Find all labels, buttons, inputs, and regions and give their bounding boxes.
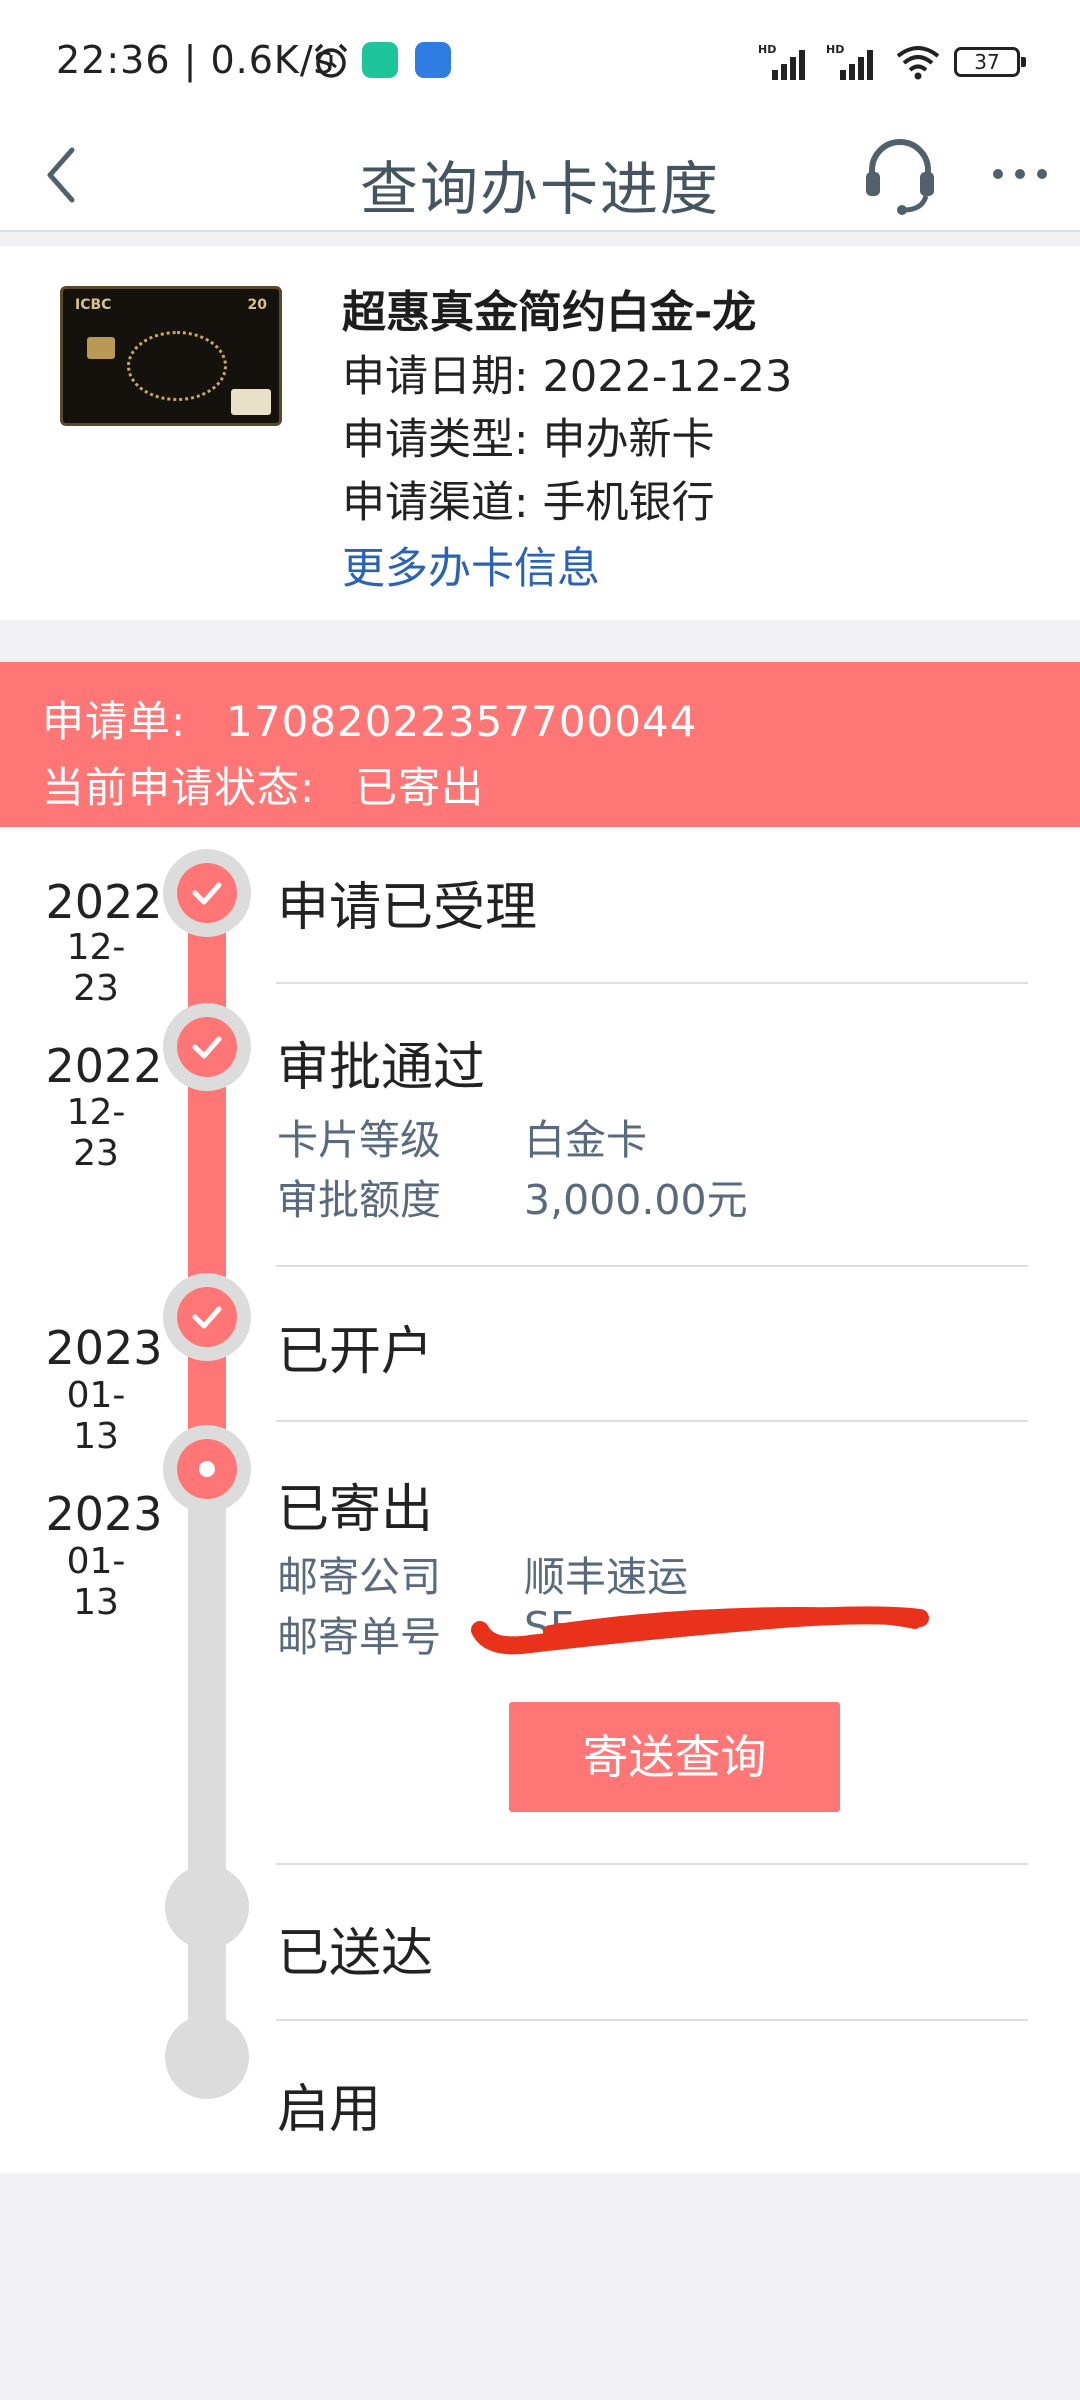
more-card-info-link[interactable]: 更多办卡信息 [342, 534, 600, 596]
step-pending-node [165, 1865, 249, 1949]
step-divider [276, 2019, 1028, 2021]
battery-icon: 37 [954, 47, 1026, 77]
apply-date-value: 2022-12-23 [542, 352, 793, 402]
apply-type-row: 申请类型: 申办新卡 [342, 405, 715, 467]
card-product-name: 超惠真金简约白金-龙 [342, 287, 757, 338]
current-status-label: 当前申请状态: [42, 763, 316, 812]
dragon-emblem-icon [127, 331, 227, 401]
nav-bar: 查询办卡进度 [0, 120, 1080, 232]
check-icon [192, 1036, 222, 1059]
card-network-logo-icon [231, 389, 271, 415]
step-day: 01-13 [66, 1541, 126, 1623]
step-divider [276, 1265, 1028, 1267]
step-year: 2023 [45, 1487, 163, 1541]
bird-app-notification-icon [415, 42, 451, 78]
card-year-mark: 20 [247, 297, 267, 313]
progress-timeline: 2022 12-23 申请已受理 2022 12-23 审批通过 卡片等级 白金… [0, 827, 1080, 2173]
card-info-panel: ICBC 20 超惠真金简约白金-龙 申请日期: 2022-12-23 申请类型:… [0, 246, 1080, 620]
redaction-scribble [471, 1606, 929, 1655]
step-title: 已寄出 [277, 1480, 434, 1540]
order-number-value: 17082022357700044 [226, 697, 698, 746]
signal-hd-icon: HD [758, 43, 805, 80]
apply-date-label: 申请日期: [342, 352, 529, 402]
step-divider [276, 1420, 1028, 1422]
timeline-track-pending [188, 1507, 226, 2067]
check-icon [192, 882, 222, 905]
step-day: 12-23 [66, 927, 126, 1009]
step-title: 已送达 [277, 1924, 434, 1984]
step-divider [276, 1863, 1028, 1865]
svg-text:HD: HD [758, 43, 776, 56]
step-day: 01-13 [66, 1375, 126, 1457]
step-divider [276, 982, 1028, 984]
order-number-label: 申请单: [42, 697, 187, 746]
apply-type-label: 申请类型: [342, 415, 529, 465]
apply-channel-row: 申请渠道: 手机银行 [342, 468, 715, 530]
courier-company-value: 顺丰速运 [524, 1553, 688, 1601]
credit-limit-label: 审批额度 [277, 1176, 441, 1224]
apply-channel-label: 申请渠道: [342, 478, 529, 528]
credit-card-image: ICBC 20 [60, 286, 282, 426]
step-pending-node [165, 2015, 249, 2099]
card-level-value: 白金卡 [524, 1116, 647, 1164]
card-chip-icon [87, 337, 115, 359]
application-status-banner: 申请单: 17082022357700044 当前申请状态: 已寄出 [0, 662, 1080, 827]
courier-company-label: 邮寄公司 [277, 1553, 441, 1601]
tracking-number-label: 邮寄单号 [277, 1613, 441, 1661]
step-title: 审批通过 [277, 1038, 486, 1098]
current-status-value: 已寄出 [355, 763, 485, 812]
step-done-node [163, 1003, 251, 1091]
step-year: 2022 [45, 875, 163, 929]
timeline-track-completed [188, 867, 226, 1507]
current-status-row: 当前申请状态: 已寄出 [42, 754, 484, 815]
step-year: 2023 [45, 1321, 163, 1375]
step-done-node [163, 1273, 251, 1361]
apply-channel-value: 手机银行 [542, 478, 715, 528]
wifi-icon [896, 46, 940, 80]
step-year: 2022 [45, 1039, 163, 1093]
credit-limit-value: 3,000.00元 [524, 1176, 748, 1224]
current-dot-icon [199, 1461, 215, 1477]
more-dots-icon[interactable] [988, 154, 1052, 194]
customer-service-headset-icon[interactable] [860, 132, 940, 218]
track-shipment-button[interactable]: 寄送查询 [509, 1702, 840, 1812]
check-icon [192, 1306, 222, 1329]
order-number-row: 申请单: 17082022357700044 [42, 688, 697, 749]
card-bank-logo: ICBC [75, 297, 112, 313]
signal-hd-icon-2: HD [826, 43, 873, 80]
status-indicators: HD HD 37 [758, 42, 1026, 82]
apply-type-value: 申办新卡 [542, 415, 715, 465]
status-bar: 22:36 | 0.6K/s HD HD 37 [0, 0, 1080, 120]
svg-text:HD: HD [826, 43, 844, 56]
status-time: 22:36 | 0.6K/s [56, 38, 335, 82]
card-level-label: 卡片等级 [277, 1116, 441, 1164]
step-title: 启用 [277, 2080, 382, 2140]
step-title: 已开户 [277, 1322, 434, 1382]
app-notification-icon [362, 42, 398, 78]
alarm-clock-icon [314, 43, 348, 78]
step-done-node [163, 849, 251, 937]
apply-date-row: 申请日期: 2022-12-23 [342, 342, 792, 404]
step-current-node [163, 1425, 251, 1513]
step-title: 申请已受理 [277, 878, 538, 938]
step-day: 12-23 [66, 1092, 126, 1174]
